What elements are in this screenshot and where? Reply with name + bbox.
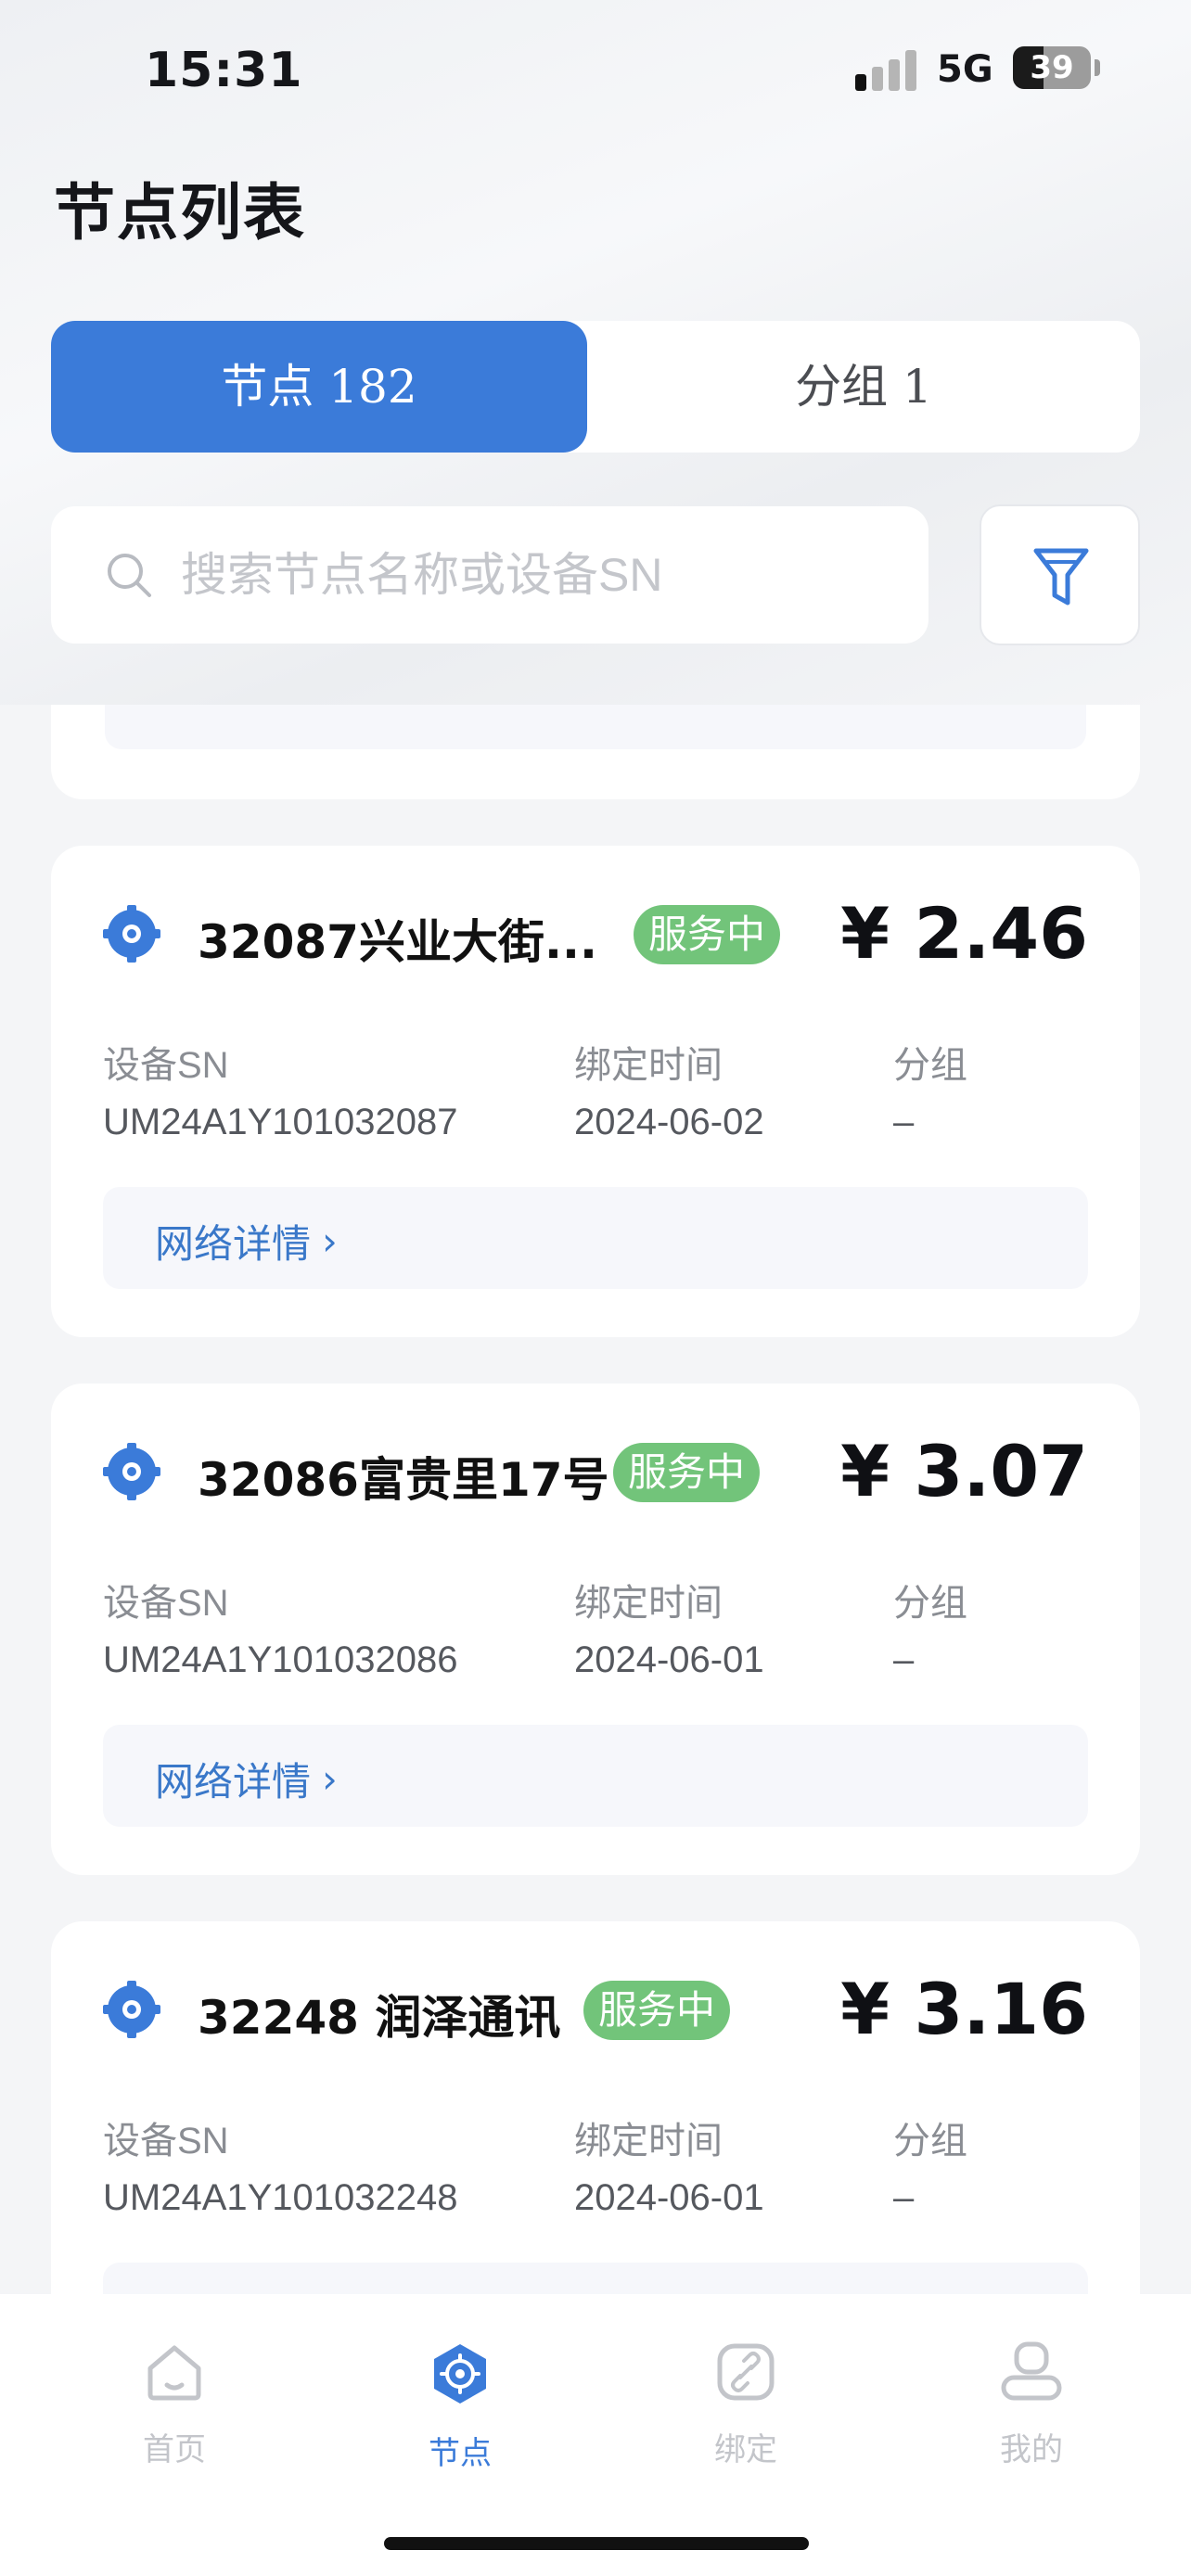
sn-value: UM24A1Y101032248 (103, 2177, 458, 2218)
home-icon (147, 2345, 201, 2401)
sn-label: 设备SN (103, 2121, 229, 2162)
bind-time-value: 2024-06-01 (574, 2177, 764, 2218)
battery-icon: 39 (1013, 46, 1091, 89)
nav-bind-label: 绑定 (714, 2431, 777, 2468)
node-price: ¥ 3.07 (840, 1430, 1088, 1512)
status-badge: 服务中 (634, 905, 781, 964)
node-card[interactable]: 32086富贵里17号 服务中 ¥ 3.07 设备SN 绑定时间 分组 UM24… (51, 1384, 1140, 1875)
bind-time-label: 绑定时间 (574, 1045, 723, 1086)
nav-bind[interactable]: 绑定 (653, 2340, 839, 2469)
node-name: 32087兴业大街... (198, 915, 597, 969)
node-card[interactable]: 32248 润泽通讯 服务中 ¥ 3.16 设备SN 绑定时间 分组 UM24A… (51, 1921, 1140, 2311)
tab-nodes[interactable]: 节点 182 (51, 321, 587, 453)
network-details-link[interactable]: 网络详情 › (155, 1213, 338, 1269)
battery-tip (1095, 59, 1100, 76)
search-box (51, 506, 928, 644)
group-label: 分组 (893, 1583, 967, 1624)
network-details-bar: 网络详情 › (103, 1187, 1088, 1289)
status-badge: 服务中 (583, 1981, 731, 2040)
search-input[interactable] (181, 506, 904, 644)
bind-time-value: 2024-06-02 (574, 1102, 764, 1142)
nav-nodes[interactable]: 节点 (367, 2340, 553, 2473)
segmented-tabs: 节点 182 分组 1 (51, 321, 1140, 453)
sn-value: UM24A1Y101032087 (103, 1102, 458, 1142)
battery-percent: 39 (1030, 49, 1074, 86)
home-indicator (384, 2537, 809, 2550)
chevron-right-icon: › (322, 1218, 338, 1264)
sn-label: 设备SN (103, 1583, 229, 1624)
tab-groups[interactable]: 分组 1 (587, 321, 1140, 453)
node-name: 32086富贵里17号 (198, 1453, 609, 1507)
nav-home[interactable]: 首页 (82, 2340, 267, 2469)
nav-nodes-label: 节点 (429, 2435, 492, 2472)
search-icon (108, 554, 151, 597)
nav-profile-label: 我的 (1000, 2431, 1063, 2468)
status-time: 15:31 (145, 43, 303, 98)
group-value: – (893, 2177, 915, 2218)
sn-label: 设备SN (103, 1045, 229, 1086)
node-card-partial[interactable] (51, 705, 1140, 799)
profile-icon (1001, 2341, 1062, 2401)
network-label: 5G (937, 48, 993, 91)
group-value: – (893, 1102, 915, 1142)
network-details-label: 网络详情 (155, 1221, 312, 1267)
status-badge: 服务中 (613, 1443, 761, 1502)
network-details-label: 网络详情 (155, 1759, 312, 1804)
node-icon (434, 2344, 486, 2404)
node-chip-icon (103, 905, 160, 963)
node-chip-icon (103, 1981, 160, 2038)
sn-value: UM24A1Y101032086 (103, 1639, 458, 1680)
signal-icon (855, 48, 918, 91)
group-label: 分组 (893, 2121, 967, 2162)
bottom-tab-bar: 首页 节点 绑定 我的 (0, 2294, 1191, 2576)
node-price: ¥ 2.46 (840, 892, 1088, 975)
group-value: – (893, 1639, 915, 1680)
nav-home-label: 首页 (143, 2431, 206, 2468)
network-details-link[interactable]: 网络详情 › (155, 1751, 338, 1807)
group-label: 分组 (893, 1045, 967, 1086)
link-icon (717, 2343, 775, 2401)
network-details-bar: 网络详情 › (103, 1725, 1088, 1827)
chevron-right-icon: › (322, 1756, 338, 1802)
node-price: ¥ 3.16 (840, 1968, 1088, 2050)
filter-icon (1033, 548, 1089, 606)
nav-profile[interactable]: 我的 (939, 2340, 1124, 2469)
network-details-bar-partial (105, 705, 1086, 749)
node-chip-icon (103, 1443, 160, 1500)
page-title: 节点列表 (54, 177, 306, 249)
bind-time-value: 2024-06-01 (574, 1639, 764, 1680)
node-card[interactable]: 32087兴业大街... 服务中 ¥ 2.46 设备SN 绑定时间 分组 UM2… (51, 846, 1140, 1337)
filter-button[interactable] (980, 504, 1140, 645)
bind-time-label: 绑定时间 (574, 2121, 723, 2162)
node-name: 32248 润泽通讯 (198, 1991, 561, 2045)
bind-time-label: 绑定时间 (574, 1583, 723, 1624)
